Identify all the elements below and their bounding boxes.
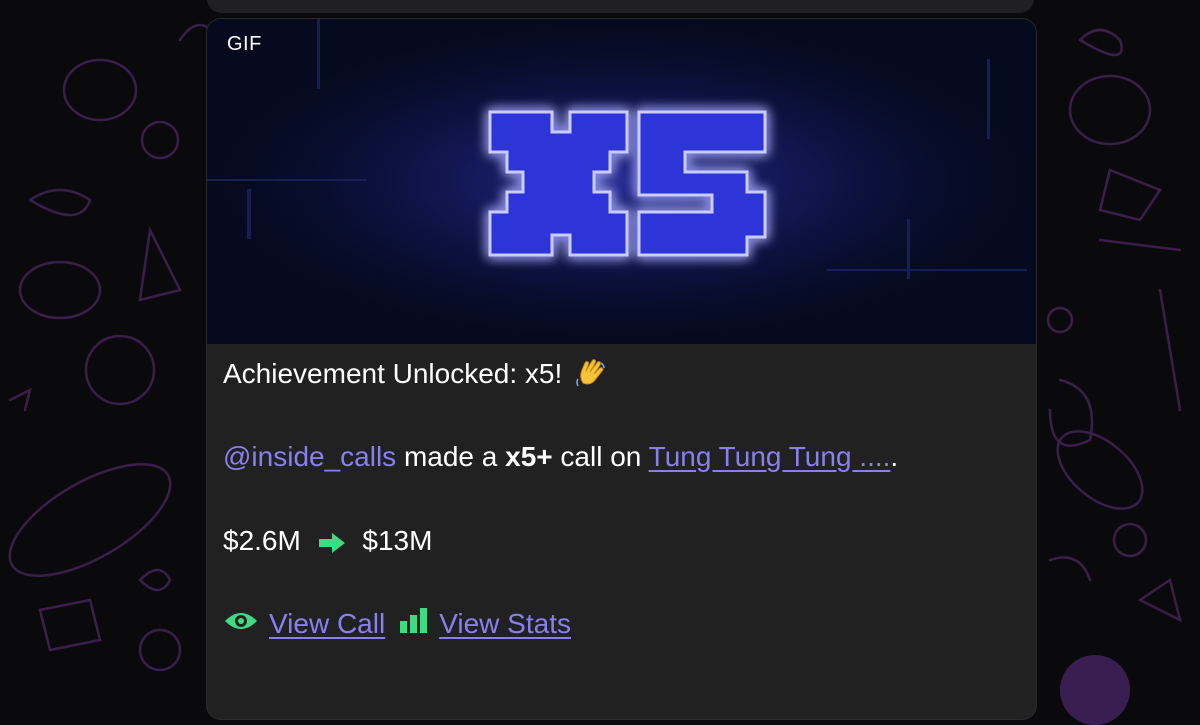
text-call-on: call on [552, 441, 649, 472]
text-period: . [890, 441, 899, 472]
previous-message-bubble [207, 0, 1034, 13]
message-title-line: Achievement Unlocked: x5! [223, 357, 606, 397]
view-stats-link[interactable]: View Stats [439, 607, 571, 641]
token-link[interactable]: Tung Tung Tung .... [649, 441, 891, 472]
gif-media[interactable]: GIF [207, 19, 1036, 344]
waving-hand-icon [574, 357, 606, 397]
view-call-link[interactable]: View Call [269, 607, 385, 641]
eye-icon [223, 607, 259, 641]
action-links-line: View Call View Stats [223, 607, 571, 641]
gif-badge: GIF [227, 33, 262, 55]
call-description-line: @inside_calls made a x5+ call on Tung Tu… [223, 440, 898, 474]
bar-chart-icon [399, 607, 428, 641]
market-cap-line: $2.6M $13M [223, 524, 432, 563]
right-arrow-icon [317, 529, 347, 563]
user-mention-link[interactable]: @inside_calls [223, 441, 396, 472]
multiplier-text: x5+ [505, 441, 553, 472]
message-title: Achievement Unlocked: x5! [223, 358, 563, 389]
message-bubble[interactable]: GIF Achievement Unlocked: x5! @inside_ca… [207, 19, 1036, 719]
scroll-down-button[interactable] [1060, 655, 1130, 725]
neon-x5-graphic [207, 19, 1036, 344]
market-cap-to: $13M [362, 525, 433, 556]
market-cap-from: $2.6M [223, 525, 301, 556]
text-made-a: made a [396, 441, 506, 472]
